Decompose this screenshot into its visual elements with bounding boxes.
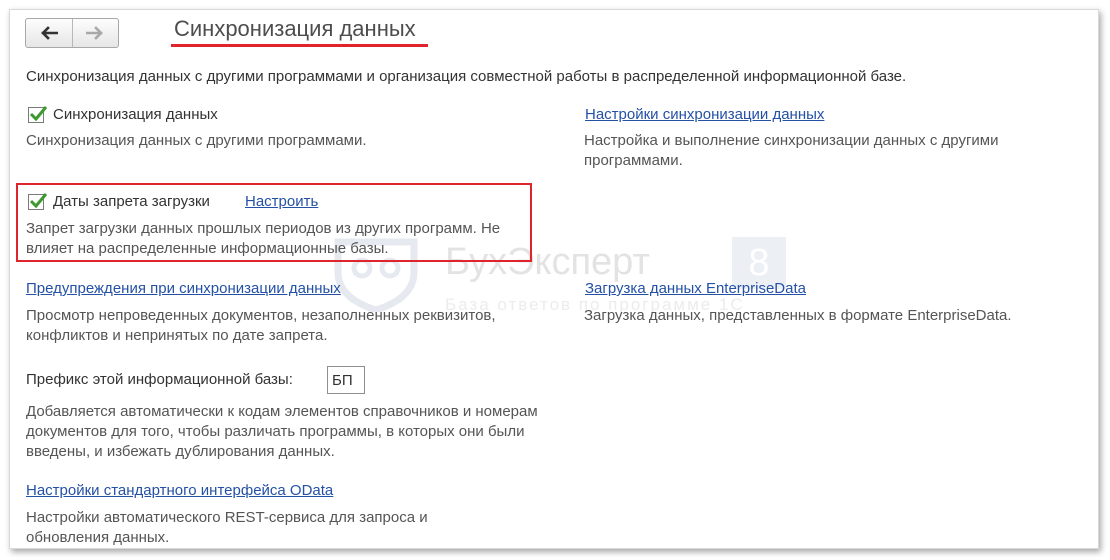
prefix-label: Префикс этой информационной базы:: [26, 371, 293, 388]
forward-button[interactable]: [71, 19, 119, 47]
sync-data-checkbox[interactable]: [28, 106, 48, 123]
navigation-buttons: [25, 18, 119, 48]
prefix-description: Добавляется автоматически к кодам элемен…: [26, 403, 538, 460]
enterprise-data-link[interactable]: Загрузка данных EnterpriseData: [585, 280, 806, 297]
checkmark-icon: [29, 193, 48, 209]
odata-description: Настройки автоматического REST-сервиса д…: [26, 509, 428, 546]
sync-settings-description: Настройка и выполнение синхронизации дан…: [584, 132, 999, 169]
load-ban-checkbox[interactable]: [28, 193, 48, 210]
back-button[interactable]: [26, 19, 72, 47]
title-underline: [171, 44, 428, 47]
page-intro: Синхронизация данных с другими программа…: [26, 68, 907, 85]
main-window: БухЭксперт 8 База ответов по программе 1…: [9, 9, 1099, 549]
checkmark-icon: [29, 106, 48, 122]
sync-warnings-link[interactable]: Предупреждения при синхронизации данных: [26, 280, 341, 297]
arrow-right-icon: [86, 26, 104, 40]
enterprise-data-description: Загрузка данных, представленных в формат…: [584, 307, 1012, 324]
page-title: Синхронизация данных: [174, 16, 416, 41]
load-ban-configure-link[interactable]: Настроить: [245, 193, 318, 210]
sync-warnings-description: Просмотр непроведенных документов, незап…: [26, 307, 496, 344]
arrow-left-icon: [40, 26, 58, 40]
load-ban-label: Даты запрета загрузки: [53, 193, 210, 210]
odata-settings-link[interactable]: Настройки стандартного интерфейса OData: [26, 482, 333, 499]
load-ban-description: Запрет загрузки данных прошлых периодов …: [26, 220, 501, 257]
prefix-input[interactable]: [327, 366, 365, 394]
sync-settings-link[interactable]: Настройки синхронизации данных: [585, 106, 824, 123]
sync-data-description: Синхронизация данных с другими программа…: [26, 132, 367, 149]
sync-data-label: Синхронизация данных: [53, 106, 218, 123]
